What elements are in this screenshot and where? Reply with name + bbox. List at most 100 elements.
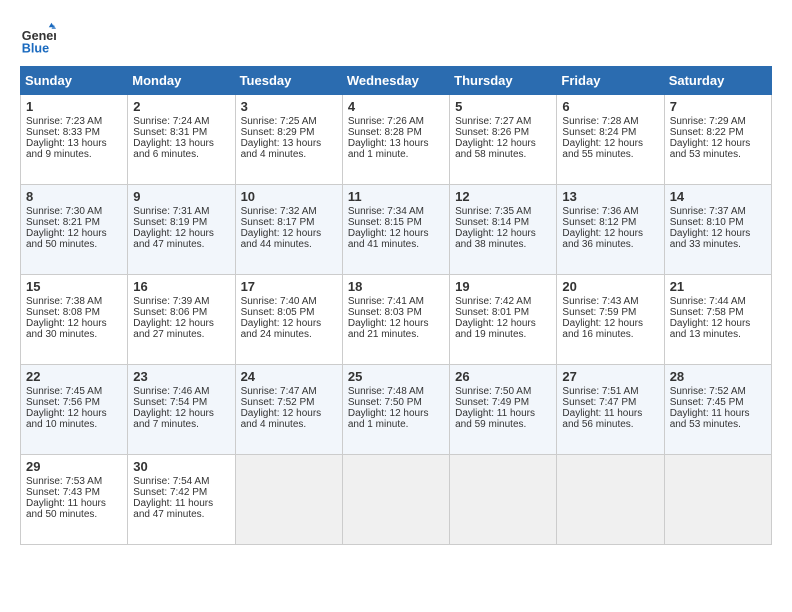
sunrise-label: Sunrise: 7:34 AM	[348, 206, 424, 217]
calendar-cell: 18Sunrise: 7:41 AMSunset: 8:03 PMDayligh…	[342, 275, 449, 365]
sunset-label: Sunset: 8:28 PM	[348, 127, 422, 138]
calendar-cell: 8Sunrise: 7:30 AMSunset: 8:21 PMDaylight…	[21, 185, 128, 275]
day-number: 16	[133, 279, 229, 294]
daylight-label: Daylight: 12 hours and 30 minutes.	[26, 318, 107, 340]
calendar-cell: 29Sunrise: 7:53 AMSunset: 7:43 PMDayligh…	[21, 455, 128, 545]
sunrise-label: Sunrise: 7:46 AM	[133, 386, 209, 397]
calendar-cell: 4Sunrise: 7:26 AMSunset: 8:28 PMDaylight…	[342, 95, 449, 185]
sunrise-label: Sunrise: 7:28 AM	[562, 116, 638, 127]
daylight-label: Daylight: 12 hours and 27 minutes.	[133, 318, 214, 340]
sunset-label: Sunset: 8:10 PM	[670, 217, 744, 228]
sunset-label: Sunset: 8:33 PM	[26, 127, 100, 138]
col-saturday: Saturday	[664, 67, 771, 95]
calendar-week-1: 8Sunrise: 7:30 AMSunset: 8:21 PMDaylight…	[21, 185, 772, 275]
sunset-label: Sunset: 7:59 PM	[562, 307, 636, 318]
calendar-cell: 1Sunrise: 7:23 AMSunset: 8:33 PMDaylight…	[21, 95, 128, 185]
calendar-cell: 17Sunrise: 7:40 AMSunset: 8:05 PMDayligh…	[235, 275, 342, 365]
day-number: 27	[562, 369, 658, 384]
col-monday: Monday	[128, 67, 235, 95]
daylight-label: Daylight: 11 hours and 59 minutes.	[455, 408, 535, 430]
sunrise-label: Sunrise: 7:39 AM	[133, 296, 209, 307]
calendar-cell: 13 Sunrise: 7:36 AMSunset: 8:12 PMDayligh…	[557, 185, 664, 275]
sunrise-label: Sunrise: 7:23 AM	[26, 116, 102, 127]
sunset-label: Sunset: 8:31 PM	[133, 127, 207, 138]
daylight-label: Daylight: 12 hours and 38 minutes.	[455, 228, 536, 250]
svg-text:Blue: Blue	[22, 41, 49, 55]
day-number: 25	[348, 369, 444, 384]
sunset-label: Sunset: 8:14 PM	[455, 217, 529, 228]
daylight-label: Daylight: 12 hours and 36 minutes.	[562, 228, 643, 250]
daylight-label: Daylight: 12 hours and 16 minutes.	[562, 318, 643, 340]
day-number: 24	[241, 369, 337, 384]
calendar-cell: 11Sunrise: 7:34 AMSunset: 8:15 PMDayligh…	[342, 185, 449, 275]
calendar-week-0: 1 Sunrise: 7:23 AMSunset: 8:33 PM Daylight…	[21, 95, 772, 185]
daylight-label: Daylight: 11 hours and 50 minutes.	[26, 498, 106, 520]
daylight-label: Daylight: 12 hours and 33 minutes.	[670, 228, 751, 250]
daylight-label: Daylight: 12 hours and 41 minutes.	[348, 228, 429, 250]
day-number: 11	[348, 189, 444, 204]
calendar-cell	[450, 455, 557, 545]
calendar-cell: 28Sunrise: 7:52 AMSunset: 7:45 PMDayligh…	[664, 365, 771, 455]
day-number: 2	[133, 99, 229, 114]
daylight-label: Daylight: 12 hours and 4 minutes.	[241, 408, 322, 430]
calendar-week-4: 29Sunrise: 7:53 AMSunset: 7:43 PMDayligh…	[21, 455, 772, 545]
day-number: 21	[670, 279, 766, 294]
daylight-label: Daylight: 12 hours and 7 minutes.	[133, 408, 214, 430]
day-number: 13	[562, 189, 658, 204]
sunset-label: Sunset: 8:05 PM	[241, 307, 315, 318]
day-number: 10	[241, 189, 337, 204]
calendar-cell: 27Sunrise: 7:51 AMSunset: 7:47 PMDayligh…	[557, 365, 664, 455]
calendar-cell: 20Sunrise: 7:43 AMSunset: 7:59 PMDayligh…	[557, 275, 664, 365]
day-number: 1	[26, 99, 122, 114]
day-number: 6	[562, 99, 658, 114]
sunrise-label: Sunrise: 7:54 AM	[133, 476, 209, 487]
sunset-label: Sunset: 7:45 PM	[670, 397, 744, 408]
sunrise-label: Sunrise: 7:53 AM	[26, 476, 102, 487]
day-number: 26	[455, 369, 551, 384]
sunrise-label: Sunrise: 7:24 AM	[133, 116, 209, 127]
sunset-label: Sunset: 8:22 PM	[670, 127, 744, 138]
calendar-cell: 9Sunrise: 7:31 AMSunset: 8:19 PMDaylight…	[128, 185, 235, 275]
calendar-week-3: 22Sunrise: 7:45 AMSunset: 7:56 PMDayligh…	[21, 365, 772, 455]
calendar-table: Sunday Monday Tuesday Wednesday Thursday…	[20, 66, 772, 545]
daylight-label: Daylight: 13 hours and 4 minutes.	[241, 138, 322, 160]
sunrise-label: Sunrise: 7:36 AM	[562, 206, 638, 217]
sunrise-label: Sunrise: 7:45 AM	[26, 386, 102, 397]
sunrise-label: Sunrise: 7:47 AM	[241, 386, 317, 397]
sunrise-label: Sunrise: 7:38 AM	[26, 296, 102, 307]
day-number: 9	[133, 189, 229, 204]
sunrise-label: Sunrise: 7:30 AM	[26, 206, 102, 217]
sunrise-label: Sunrise: 7:32 AM	[241, 206, 317, 217]
sunset-label: Sunset: 7:56 PM	[26, 397, 100, 408]
daylight-label: Daylight: 11 hours and 47 minutes.	[133, 498, 213, 520]
daylight-label: Daylight: 12 hours and 58 minutes.	[455, 138, 536, 160]
daylight-label: Daylight: 12 hours and 50 minutes.	[26, 228, 107, 250]
sunset-label: Sunset: 8:17 PM	[241, 217, 315, 228]
day-number: 30	[133, 459, 229, 474]
calendar-cell: 16Sunrise: 7:39 AMSunset: 8:06 PMDayligh…	[128, 275, 235, 365]
sunset-label: Sunset: 8:01 PM	[455, 307, 529, 318]
day-number: 28	[670, 369, 766, 384]
sunrise-label: Sunrise: 7:31 AM	[133, 206, 209, 217]
day-number: 7	[670, 99, 766, 114]
sunset-label: Sunset: 8:12 PM	[562, 217, 636, 228]
sunrise-label: Sunrise: 7:42 AM	[455, 296, 531, 307]
day-number: 12	[455, 189, 551, 204]
daylight-label: Daylight: 13 hours and 1 minute.	[348, 138, 429, 160]
calendar-cell	[342, 455, 449, 545]
calendar-cell: 15Sunrise: 7:38 AMSunset: 8:08 PMDayligh…	[21, 275, 128, 365]
sunset-label: Sunset: 7:42 PM	[133, 487, 207, 498]
sunset-label: Sunset: 8:21 PM	[26, 217, 100, 228]
daylight-label: Daylight: 11 hours and 53 minutes.	[670, 408, 750, 430]
sunrise-label: Sunrise: 7:44 AM	[670, 296, 746, 307]
sunset-label: Sunset: 8:26 PM	[455, 127, 529, 138]
sunset-label: Sunset: 7:58 PM	[670, 307, 744, 318]
sunrise-label: Sunrise: 7:37 AM	[670, 206, 746, 217]
calendar-cell: 21Sunrise: 7:44 AMSunset: 7:58 PMDayligh…	[664, 275, 771, 365]
calendar-cell: 2Sunrise: 7:24 AMSunset: 8:31 PMDaylight…	[128, 95, 235, 185]
sunrise-label: Sunrise: 7:40 AM	[241, 296, 317, 307]
calendar-cell: 3Sunrise: 7:25 AMSunset: 8:29 PMDaylight…	[235, 95, 342, 185]
sunset-label: Sunset: 8:19 PM	[133, 217, 207, 228]
calendar-cell: 25Sunrise: 7:48 AMSunset: 7:50 PMDayligh…	[342, 365, 449, 455]
sunset-label: Sunset: 8:24 PM	[562, 127, 636, 138]
